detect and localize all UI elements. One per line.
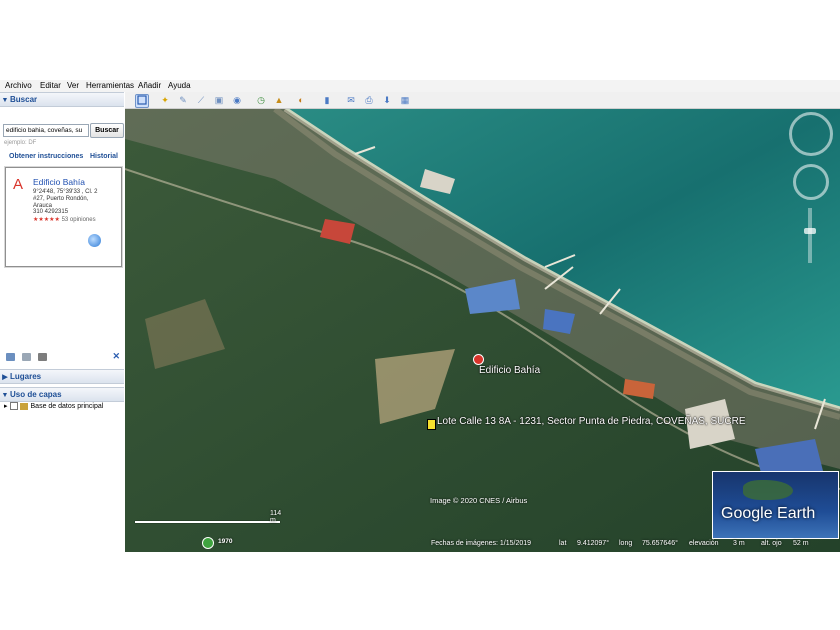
ge-logo-land-shape bbox=[743, 480, 793, 500]
lat-label: lat bbox=[559, 540, 567, 547]
layers-icon bbox=[19, 402, 28, 410]
polygon-icon[interactable]: ✎ bbox=[177, 94, 189, 106]
path-icon[interactable]: ⟋ bbox=[195, 94, 207, 106]
get-directions-link[interactable]: Obtener instrucciones bbox=[9, 153, 83, 160]
history-link[interactable]: Historial bbox=[90, 153, 118, 160]
google-earth-window: Archivo Editar Ver Herramientas Añadir A… bbox=[0, 80, 840, 552]
overview-map[interactable]: Google Earth bbox=[712, 471, 839, 539]
menu-herramientas[interactable]: Herramientas bbox=[86, 80, 134, 92]
result-marker-icon: A bbox=[13, 176, 24, 193]
folder-icon[interactable] bbox=[6, 353, 15, 361]
print-icon[interactable]: ⎙ bbox=[363, 94, 375, 106]
placemark-lot-icon[interactable] bbox=[427, 419, 436, 430]
placemark-icon[interactable]: ✦ bbox=[159, 94, 171, 106]
placemark-building-icon[interactable] bbox=[473, 354, 484, 365]
email-icon[interactable]: ✉ bbox=[345, 94, 357, 106]
scale-bar bbox=[135, 521, 280, 523]
overlay-icon[interactable]: ▣ bbox=[213, 94, 225, 106]
sidebar: ▼ Buscar edificio bahia, coveñas, su Busc… bbox=[0, 92, 126, 552]
collapse-triangle-icon: ▼ bbox=[1, 392, 9, 399]
result-rating: ★★★★★ 53 opiniones bbox=[33, 216, 96, 223]
lon-label: long bbox=[619, 540, 633, 547]
move-joystick[interactable] bbox=[793, 164, 829, 200]
search-example-hint: ejemplo: DF bbox=[4, 140, 37, 146]
navigation-controls bbox=[787, 112, 837, 267]
imagery-copyright: Image © 2020 CNES / Airbus bbox=[430, 496, 528, 505]
layer-item-label: Base de datos principal bbox=[30, 403, 104, 410]
result-address-line: #27, Puerto Rondón, bbox=[33, 196, 89, 202]
zoom-slider-knob[interactable] bbox=[804, 228, 816, 234]
save-image-icon[interactable]: ⬇ bbox=[381, 94, 393, 106]
expand-triangle-icon: ▶ bbox=[2, 374, 8, 381]
menu-editar[interactable]: Editar bbox=[40, 80, 61, 92]
google-earth-logo: Google Earth bbox=[721, 505, 816, 522]
result-title[interactable]: Edificio Bahía bbox=[33, 177, 85, 187]
ruler-icon[interactable]: ▮ bbox=[321, 94, 333, 106]
scale-label: 114 m bbox=[270, 510, 282, 524]
history-icon[interactable]: ◷ bbox=[255, 94, 267, 106]
rating-stars-icon: ★★★★★ bbox=[33, 217, 60, 223]
layers-panel-header[interactable]: ▼ Uso de capas bbox=[0, 387, 124, 402]
globe-icon[interactable] bbox=[88, 234, 101, 247]
search-results-panel: A Edificio Bahía 9°24'48, 75°39'33 , Cl.… bbox=[5, 167, 122, 267]
toolbar: ✦ ✎ ⟋ ▣ ◉ ◷ ▲ ◐ ▮ ✉ ⎙ ⬇ ▦ bbox=[125, 92, 840, 109]
close-icon[interactable]: ✕ bbox=[112, 351, 120, 362]
placemark-lot-label[interactable]: Lote Calle 13 8A - 1231, Sector Punta de… bbox=[437, 416, 746, 427]
result-address-line: 9°24'48, 75°39'33 , Cl. 2 bbox=[33, 189, 98, 195]
eye-alt-label: alt. ojo bbox=[761, 540, 782, 547]
collapse-triangle-icon: ▼ bbox=[1, 97, 9, 104]
tour-icon[interactable]: ◉ bbox=[231, 94, 243, 106]
look-joystick[interactable] bbox=[789, 112, 833, 156]
menu-ayuda[interactable]: Ayuda bbox=[168, 80, 191, 92]
search-panel-actions: ✕ bbox=[4, 351, 122, 364]
lat-value: 9.412097° bbox=[577, 540, 609, 547]
search-panel-title: Buscar bbox=[10, 95, 38, 104]
sidebar-toggle-icon[interactable] bbox=[135, 94, 149, 108]
menu-anadir[interactable]: Añadir bbox=[138, 80, 161, 92]
places-panel-title: Lugares bbox=[10, 372, 42, 381]
menu-archivo[interactable]: Archivo bbox=[5, 80, 32, 92]
status-bar: Fechas de imágenes: 1/15/2019 lat 9.4120… bbox=[125, 537, 840, 552]
sun-icon[interactable]: ▲ bbox=[273, 94, 285, 106]
zoom-slider[interactable] bbox=[808, 208, 812, 263]
placemark-building-label[interactable]: Edificio Bahía bbox=[479, 365, 540, 376]
layers-panel-title: Uso de capas bbox=[10, 390, 62, 399]
layer-checkbox[interactable] bbox=[9, 402, 18, 411]
imagery-date: Fechas de imágenes: 1/15/2019 bbox=[431, 540, 532, 547]
search-panel-header[interactable]: ▼ Buscar bbox=[0, 92, 124, 107]
print-icon[interactable] bbox=[38, 353, 47, 361]
expand-arrow-icon[interactable]: ▸ bbox=[4, 403, 8, 410]
search-input[interactable]: edificio bahia, coveñas, su bbox=[3, 124, 89, 137]
elevation-label: elevación bbox=[689, 540, 719, 547]
places-panel-header[interactable]: ▶ Lugares bbox=[0, 369, 124, 384]
result-phone: 310 4292315 bbox=[33, 209, 69, 215]
search-button[interactable]: Buscar bbox=[90, 123, 124, 138]
copy-icon[interactable] bbox=[22, 353, 31, 361]
maps-icon[interactable]: ▦ bbox=[399, 94, 411, 106]
lon-value: 75.657646° bbox=[642, 540, 678, 547]
menu-bar: Archivo Editar Ver Herramientas Añadir A… bbox=[0, 80, 840, 92]
planets-icon[interactable]: ◐ bbox=[295, 94, 307, 106]
eye-alt-value: 52 m bbox=[793, 540, 809, 547]
result-reviews[interactable]: 53 opiniones bbox=[62, 217, 96, 223]
scale-legend: 114 m bbox=[135, 510, 281, 525]
map-view[interactable]: Edificio Bahía Lote Calle 13 8A - 1231, … bbox=[125, 109, 840, 552]
menu-ver[interactable]: Ver bbox=[67, 80, 79, 92]
layer-item-primary-database[interactable]: ▸ Base de datos principal bbox=[4, 402, 104, 411]
elevation-value: 3 m bbox=[733, 540, 745, 547]
